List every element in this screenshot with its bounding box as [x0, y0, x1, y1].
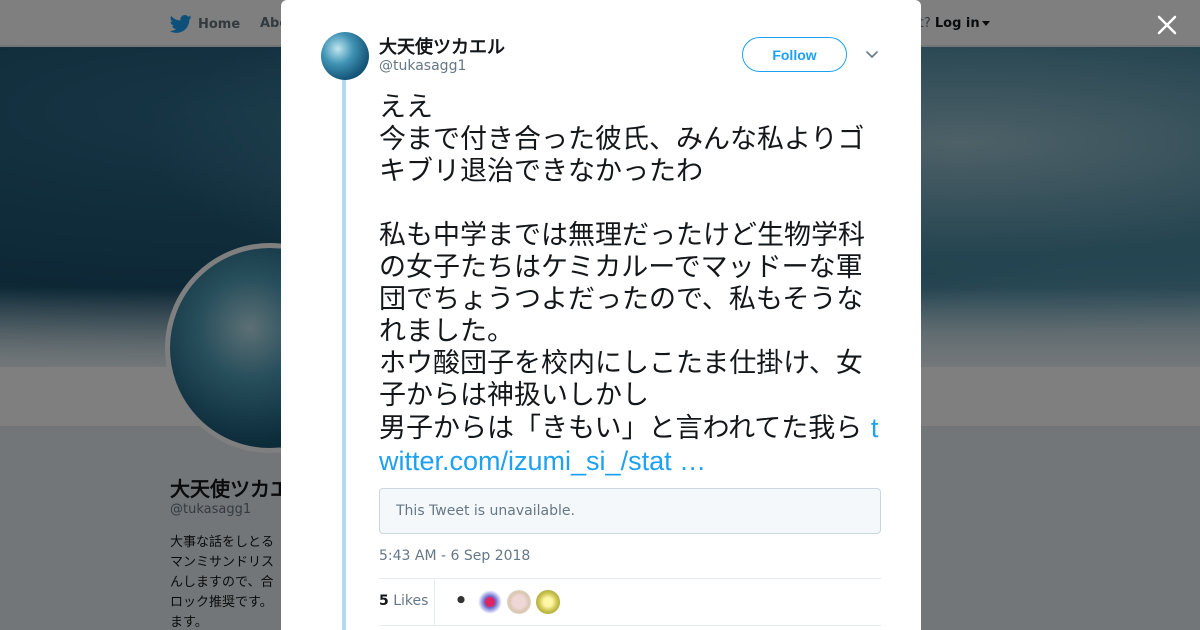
likes-count[interactable]: 5 Likes [379, 593, 428, 609]
close-icon[interactable] [1152, 10, 1182, 40]
tweet-modal: 大天使ツカエル @tukasagg1 Follow ええ 今まで付き合った彼氏、… [281, 0, 921, 630]
liker-avatar[interactable] [507, 590, 531, 614]
tweet-body: ええ 今まで付き合った彼氏、みんな私よりゴキブリ退治できなかったわ 私も中学まで… [379, 92, 865, 444]
follow-button[interactable]: Follow [742, 37, 847, 72]
author-name[interactable]: 大天使ツカエル [379, 33, 505, 59]
stats-divider [434, 579, 435, 625]
tweet-stats: 5 Likes [379, 578, 881, 626]
liker-avatar[interactable] [449, 590, 473, 614]
likes-label: Likes [393, 593, 429, 609]
chevron-down-icon[interactable] [864, 46, 880, 62]
thread-line [342, 80, 346, 630]
author-avatar[interactable] [321, 32, 369, 80]
liker-avatar[interactable] [536, 590, 560, 614]
tweet-timestamp[interactable]: 5:43 AM - 6 Sep 2018 [379, 548, 530, 564]
likes-number: 5 [379, 593, 389, 609]
author-handle[interactable]: @tukasagg1 [379, 58, 466, 74]
tweet-text: ええ 今まで付き合った彼氏、みんな私よりゴキブリ退治できなかったわ 私も中学まで… [379, 92, 889, 478]
liker-avatar[interactable] [478, 590, 502, 614]
liker-avatars [449, 590, 565, 614]
quoted-tweet-unavailable: This Tweet is unavailable. [379, 488, 881, 534]
